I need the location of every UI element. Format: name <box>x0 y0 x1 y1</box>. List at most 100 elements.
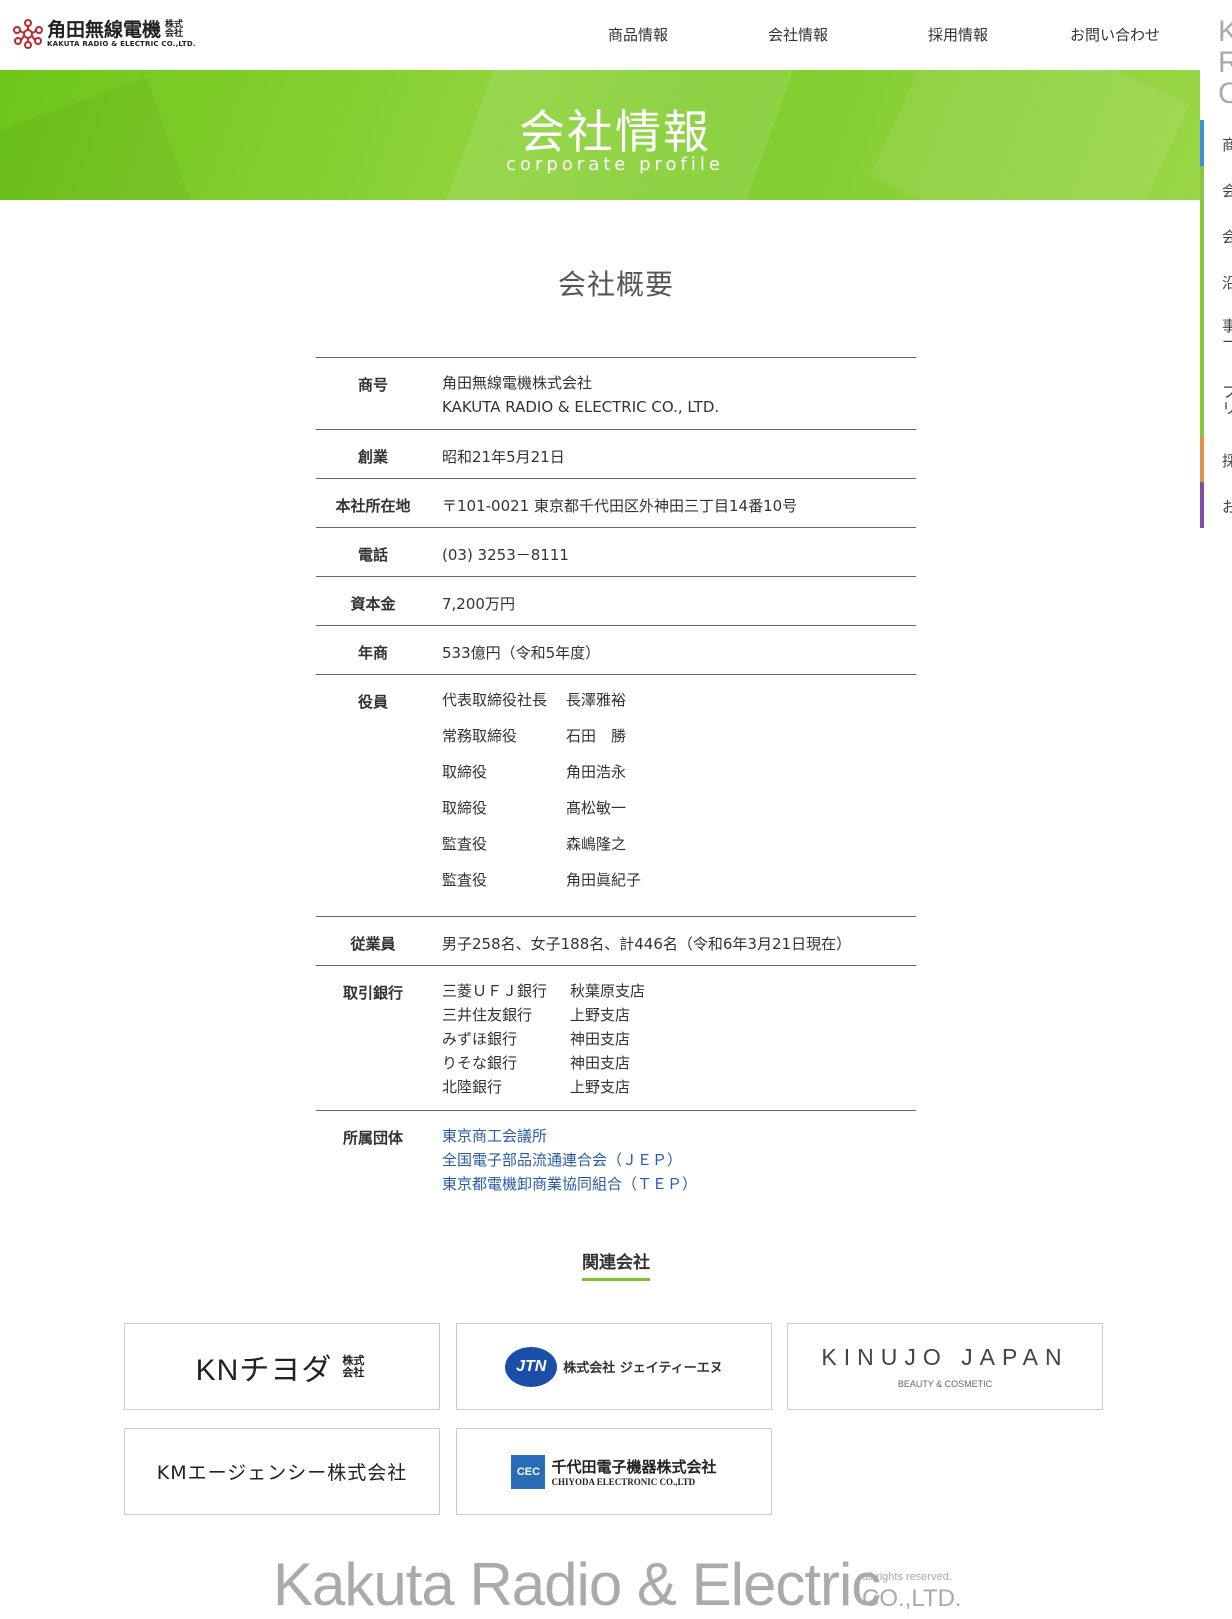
bank-row: 三井住友銀行 上野支店 <box>442 1003 916 1027</box>
address-value: 〒101-0021 東京都千代田区外神田三丁目14番10号 <box>442 497 798 515</box>
bank-name: 北陸銀行 <box>442 1078 503 1096</box>
logo-jp-text: 角田無線電機 <box>47 19 162 41</box>
table-row-address: 本社所在地 〒101-0021 東京都千代田区外神田三丁目14番10号 <box>316 479 916 528</box>
row-label: 従業員 <box>350 935 396 953</box>
side-nav-item-7[interactable]: 採 <box>1200 436 1232 482</box>
side-nav-item-6[interactable]: フ リ <box>1200 370 1232 436</box>
jtn-name: 株式会社 ジェイティーエヌ <box>563 1361 723 1376</box>
table-row-capital: 資本金 7,200万円 <box>316 577 916 626</box>
officer-role: 代表取締役社長 <box>442 691 548 709</box>
table-row-sales: 年商 533億円（令和5年度） <box>316 626 916 675</box>
row-label: 資本金 <box>350 595 396 613</box>
bank-name: 三菱ＵＦＪ銀行 <box>442 982 548 1000</box>
officer-role: 取締役 <box>442 763 488 781</box>
founded-value: 昭和21年5月21日 <box>442 448 565 466</box>
association-link[interactable]: 東京都電機卸商業協同組合（ＴＥＰ） <box>442 1172 916 1196</box>
officer-role: 監査役 <box>442 871 488 889</box>
side-nav-title: KRC <box>1218 15 1232 110</box>
table-row-employees: 従業員 男子258名、女子188名、計446名（令和6年3月21日現在） <box>316 917 916 966</box>
association-link[interactable]: 東京商工会議所 <box>442 1124 916 1148</box>
table-row-founded: 創業 昭和21年5月21日 <box>316 430 916 479</box>
side-nav-item-3[interactable]: 会 <box>1200 212 1232 258</box>
capital-value: 7,200万円 <box>442 595 515 613</box>
bank-name: りそな銀行 <box>442 1054 518 1072</box>
association-link[interactable]: 全国電子部品流通連合会（ＪＥＰ） <box>442 1148 916 1172</box>
related-card-km-agency[interactable]: KMエージェンシー株式会社 <box>124 1428 440 1515</box>
logo-mark-icon <box>13 19 43 49</box>
bank-row: 北陸銀行 上野支店 <box>442 1075 916 1099</box>
section-title: 会社概要 <box>557 268 674 301</box>
nav-contact[interactable]: お問い合わせ <box>1070 24 1180 45</box>
officer-row: 常務取締役 石田 勝 <box>442 724 916 760</box>
officer-role: 取締役 <box>442 799 488 817</box>
site-header: 角田無線電機 株式会社 KAKUTA RADIO & ELECTRIC CO.,L… <box>0 0 1200 70</box>
table-row-phone: 電話 (03) 3253－8111 <box>316 528 916 577</box>
employees-value: 男子258名、女子188名、計446名（令和6年3月21日現在） <box>442 935 852 953</box>
company-profile-table: 商号 角田無線電機株式会社 KAKUTA RADIO & ELECTRIC CO… <box>316 357 916 1209</box>
hero-subtitle: corporate profile <box>506 154 724 175</box>
bank-row: りそな銀行 神田支店 <box>442 1051 916 1075</box>
row-label: 商号 <box>357 376 388 394</box>
row-label: 創業 <box>357 448 388 466</box>
related-card-kinujo[interactable]: KINUJO JAPAN BEAUTY & COSMETIC <box>787 1323 1103 1410</box>
related-card-chiyoda[interactable]: CEC 千代田電子機器株式会社 CHIYODA ELECTRONIC CO.,L… <box>456 1428 772 1515</box>
knchiyoda-logo-text: KNチヨダ <box>195 1353 333 1387</box>
side-nav-item-8[interactable]: お <box>1200 482 1232 528</box>
company-logo[interactable]: 角田無線電機 株式会社 KAKUTA RADIO & ELECTRIC CO.,L… <box>12 18 196 50</box>
officer-role: 常務取締役 <box>442 727 518 745</box>
bank-row: みずほ銀行 神田支店 <box>442 1027 916 1051</box>
bank-branch: 神田支店 <box>570 1054 631 1072</box>
row-label: 年商 <box>357 644 388 662</box>
jtn-logo-icon: JTN <box>505 1346 558 1387</box>
table-row-officers: 役員 代表取締役社長 長澤雅裕 常務取締役 石田 勝 取締役 角田浩永 取締役 髙松敏一… <box>316 675 916 917</box>
officer-row: 取締役 角田浩永 <box>442 760 916 796</box>
officer-name: 角田眞紀子 <box>566 871 642 889</box>
officer-row: 監査役 森嶋隆之 <box>442 832 916 868</box>
bank-branch: 上野支店 <box>570 1078 631 1096</box>
related-card-knchiyoda[interactable]: KNチヨダ 株式会社 <box>124 1323 440 1410</box>
table-row-trade-name: 商号 角田無線電機株式会社 KAKUTA RADIO & ELECTRIC CO… <box>316 358 916 430</box>
officer-name: 角田浩永 <box>566 763 627 781</box>
trade-name-jp: 角田無線電機株式会社 <box>442 374 593 392</box>
side-nav-item-1[interactable]: 商 <box>1200 120 1232 166</box>
nav-products[interactable]: 商品情報 <box>608 24 688 45</box>
related-heading: 関連会社 <box>0 1248 1232 1281</box>
bank-branch: 上野支店 <box>570 1006 631 1024</box>
table-row-banks: 取引銀行 三菱ＵＦＪ銀行 秋葉原支店 三井住友銀行 上野支店 みずほ銀行 神田支店 り… <box>316 966 916 1111</box>
related-card-jtn[interactable]: JTN 株式会社 ジェイティーエヌ <box>456 1323 772 1410</box>
chiyoda-name: 千代田電子機器株式会社 <box>551 1458 717 1476</box>
hero-banner: 会社情報 corporate profile <box>0 70 1200 200</box>
footer-brand: Kakuta Radio & Electric <box>273 1551 881 1618</box>
nav-recruit[interactable]: 採用情報 <box>928 24 1008 45</box>
bank-row: 三菱ＵＦＪ銀行 秋葉原支店 <box>442 979 916 1003</box>
kinujo-sub: BEAUTY & COSMETIC <box>897 1379 993 1389</box>
logo-en-text: KAKUTA RADIO & ELECTRIC CO.,LTD. <box>47 40 196 48</box>
officer-row: 監査役 角田眞紀子 <box>442 868 916 904</box>
row-label: 本社所在地 <box>335 497 411 515</box>
officer-name: 石田 勝 <box>566 727 627 745</box>
officer-name: 長澤雅裕 <box>566 691 627 709</box>
phone-value: (03) 3253－8111 <box>442 546 569 564</box>
cec-logo-icon: CEC <box>511 1454 546 1489</box>
km-agency-name: KMエージェンシー株式会社 <box>156 1462 408 1484</box>
side-nav: KRC 商 会 会 沿 事 ー フ リ 採 お <box>1200 0 1232 1619</box>
bank-branch: 秋葉原支店 <box>570 982 646 1000</box>
table-row-associations: 所属団体 東京商工会議所 全国電子部品流通連合会（ＪＥＰ） 東京都電機卸商業協同… <box>316 1111 916 1209</box>
row-label: 役員 <box>357 693 388 711</box>
bank-branch: 神田支店 <box>570 1030 631 1048</box>
trade-name-en: KAKUTA RADIO & ELECTRIC CO., LTD. <box>442 398 720 416</box>
officer-name: 森嶋隆之 <box>566 835 627 853</box>
hero-title: 会社情報 <box>519 105 711 159</box>
side-nav-item-2[interactable]: 会 <box>1200 166 1232 212</box>
knchiyoda-suffix: 株式会社 <box>342 1353 365 1379</box>
officer-name: 髙松敏一 <box>566 799 627 817</box>
footer-co: CO.,LTD. <box>862 1585 962 1612</box>
nav-company[interactable]: 会社情報 <box>768 24 848 45</box>
side-nav-item-5[interactable]: 事 ー <box>1200 304 1232 370</box>
row-label: 所属団体 <box>342 1129 403 1147</box>
footer-rights: all rights reserved. <box>862 1571 952 1583</box>
officer-role: 監査役 <box>442 835 488 853</box>
bank-name: 三井住友銀行 <box>442 1006 533 1024</box>
bank-name: みずほ銀行 <box>442 1030 518 1048</box>
officer-row: 取締役 髙松敏一 <box>442 796 916 832</box>
